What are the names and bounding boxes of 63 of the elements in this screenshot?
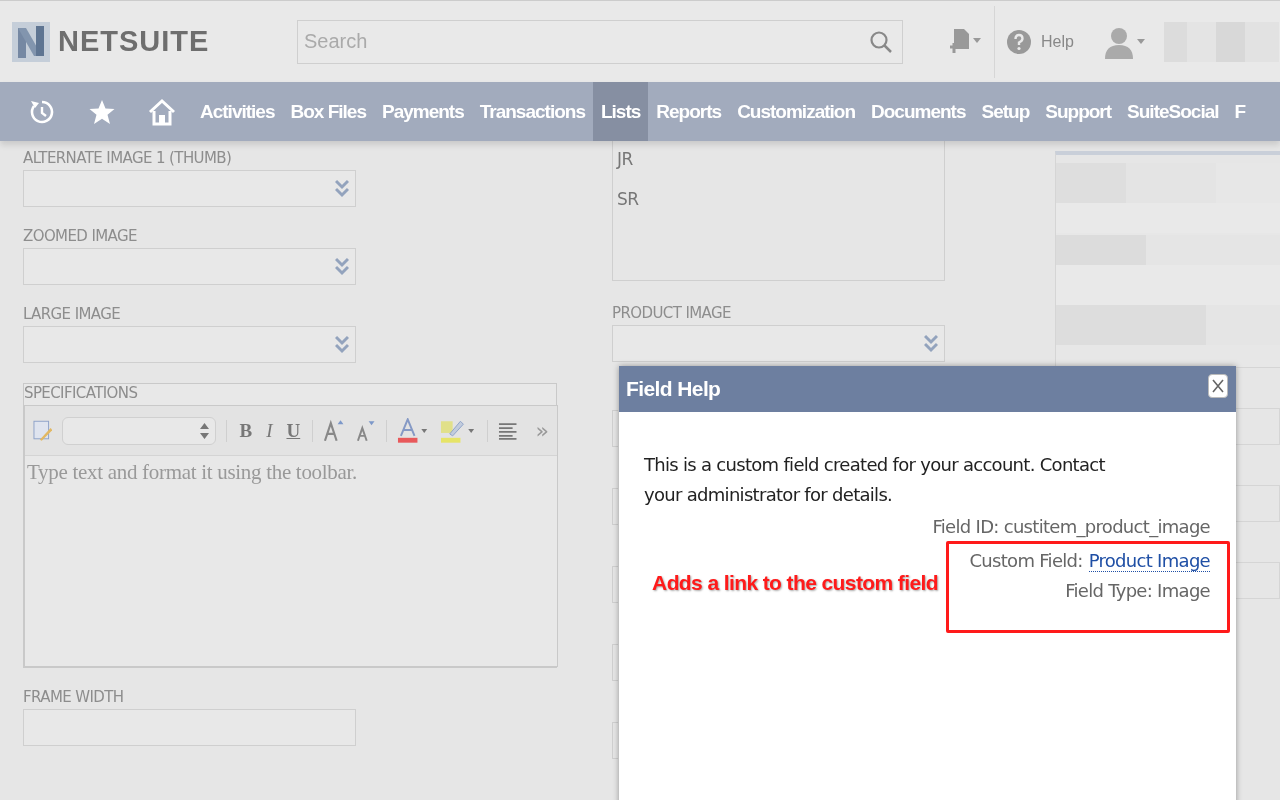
stepper-arrows-icon[interactable] [200,421,210,440]
more-tools-button[interactable]: » [535,418,549,443]
decrease-font-icon[interactable] [354,418,376,443]
field-label: SPECIFICATIONS [24,384,139,403]
nav-tab[interactable]: Support [1037,82,1120,141]
editor-text-area[interactable]: Type text and format it using the toolbar. [25,456,557,666]
home-icon[interactable] [148,97,176,126]
multi-select-list[interactable]: JR SR [612,141,945,281]
increase-font-icon[interactable] [323,418,345,443]
custom-field-link[interactable]: Product Image [1088,550,1210,572]
nav-tab[interactable]: Payments [373,82,472,141]
nav-tab[interactable]: Reports [648,82,730,141]
field-label: ALTERNATE IMAGE 1 (THUMB) [23,149,233,168]
double-chevron-icon[interactable] [335,256,349,277]
nav-tab[interactable]: SuiteSocial [1119,82,1227,141]
editor-placeholder: Type text and format it using the toolbar. [27,460,358,484]
field-label: LARGE IMAGE [23,305,122,324]
search-field[interactable]: Search [297,19,903,64]
nav-tab[interactable]: Activities [192,82,283,141]
nav-tab[interactable]: Lists [592,82,649,141]
double-chevron-icon[interactable] [924,333,938,354]
field-label: PRODUCT IMAGE [612,304,732,323]
nav-tab[interactable]: Setup [973,82,1038,141]
nav-tab[interactable]: Customization [729,82,863,141]
custom-field-label: Custom Field: [969,550,1083,572]
align-left-icon[interactable] [498,421,518,440]
nav-tab[interactable]: Documents [863,82,974,141]
field-id-text: Field ID: custitem_product_image [932,516,1210,537]
select-field[interactable] [23,170,356,207]
help-message: This is a custom field created for your account. Contact your administrator for details. [644,453,1106,507]
nav-tab[interactable]: F [1226,82,1254,141]
list-option[interactable]: SR [617,189,940,209]
logo-text: NETSUITE [58,25,210,58]
input-field[interactable] [612,410,618,447]
help-link[interactable]: Help [1041,32,1074,51]
list-option[interactable]: JR [617,149,940,169]
field-type-text: Field Type: Image [1065,580,1210,601]
select-field[interactable] [23,248,356,285]
close-button[interactable] [1208,374,1228,398]
search-icon[interactable] [869,29,893,54]
annotation-text: Adds a link to the custom field [652,571,938,595]
select-field[interactable] [612,325,945,362]
format-button[interactable]: I [264,419,275,442]
double-chevron-icon[interactable] [335,178,349,199]
input-field[interactable] [612,566,618,603]
input-field[interactable] [612,722,618,759]
format-button[interactable]: B [237,419,255,442]
input-field[interactable] [612,488,618,525]
format-button[interactable]: U [284,419,303,442]
input-field[interactable] [23,709,356,746]
star-icon[interactable] [89,98,115,125]
nav-tab[interactable]: Transactions [471,82,593,141]
field-label: FRAME WIDTH [23,688,125,707]
select-field[interactable] [23,326,356,363]
double-chevron-icon[interactable] [335,334,349,355]
close-icon[interactable] [1212,379,1224,393]
field-label: ZOOMED IMAGE [23,227,138,246]
help-icon[interactable] [1007,29,1031,54]
logo-icon [12,21,50,62]
edit-source-icon[interactable] [33,419,53,442]
dialog-title: Field Help [626,377,721,401]
nav-tab[interactable]: Box Files [282,82,374,141]
input-field[interactable] [612,644,618,681]
